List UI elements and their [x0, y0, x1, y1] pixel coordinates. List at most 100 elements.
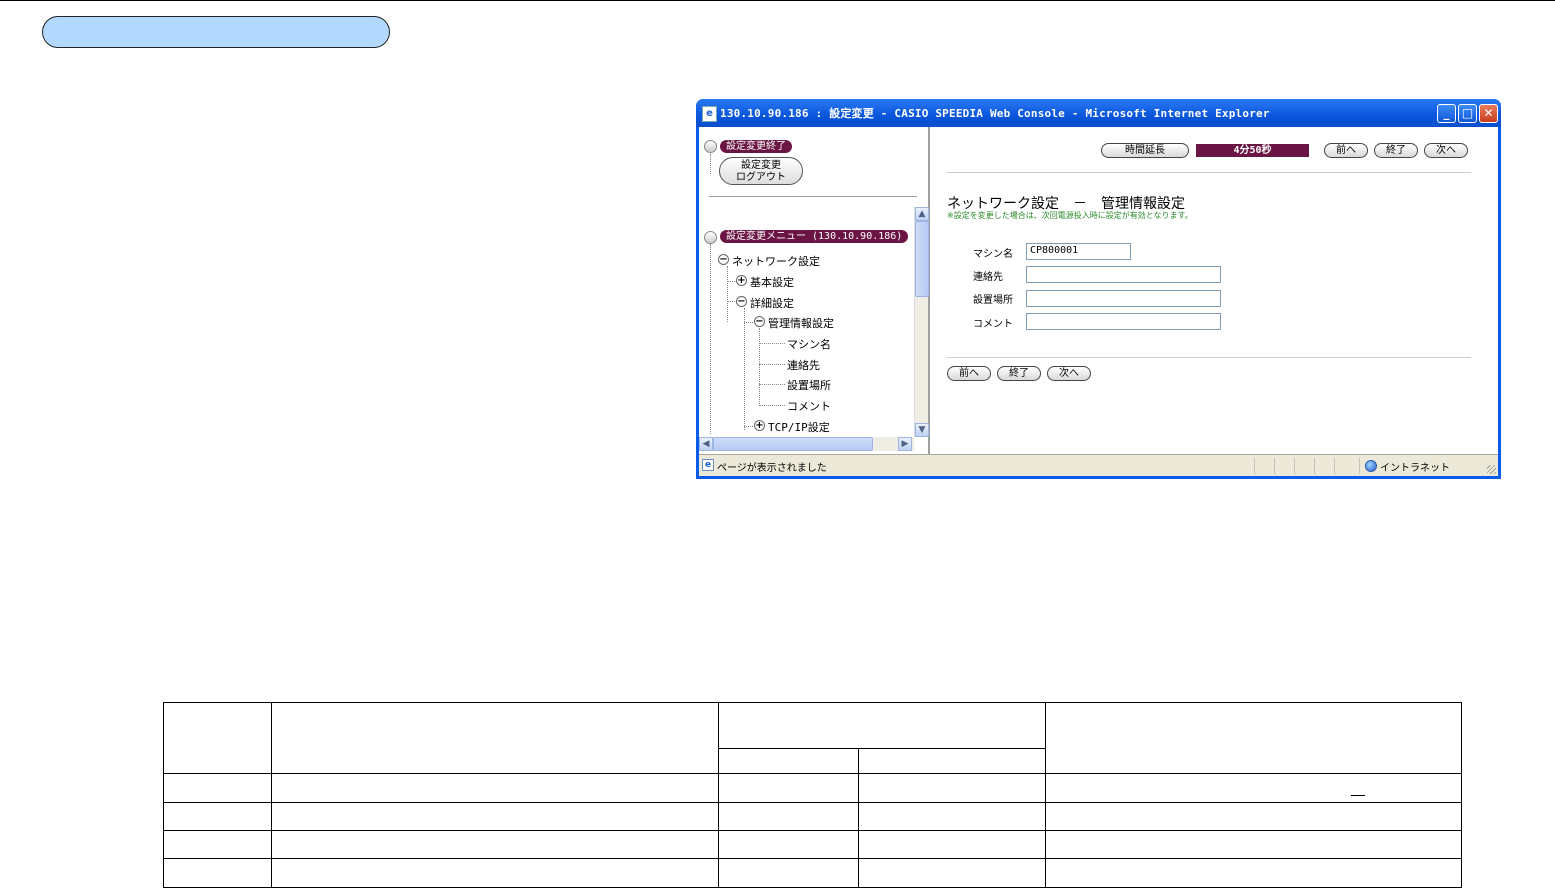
- vertical-scrollbar[interactable]: ▲ ▼: [914, 207, 929, 437]
- section-header-pill: [42, 16, 390, 48]
- tree-connector: [744, 308, 745, 430]
- status-divider: [1274, 458, 1275, 474]
- left-navigation-frame: 設定変更終了 設定変更 ログアウト 設定変更メニュー (130.10.90.18…: [699, 127, 930, 454]
- collapse-icon[interactable]: −: [736, 296, 747, 307]
- horizontal-scroll-thumb[interactable]: [713, 437, 873, 451]
- header-cell: [163, 702, 272, 774]
- tree-item-basic[interactable]: 基本設定: [750, 274, 794, 290]
- scroll-right-icon[interactable]: ▶: [898, 437, 912, 451]
- page-status-icon: e: [702, 459, 714, 471]
- machine-name-label: マシン名: [973, 249, 1013, 260]
- status-divider: [1314, 458, 1315, 474]
- tree-item-network[interactable]: ネットワーク設定: [732, 253, 820, 269]
- tree-connector: [759, 384, 785, 385]
- tree-connector: [759, 405, 785, 406]
- tree-item-contact[interactable]: 連絡先: [787, 357, 820, 373]
- table-cell: [1045, 773, 1462, 803]
- header-cell: [271, 702, 719, 774]
- expand-icon[interactable]: +: [754, 420, 765, 431]
- table-cell: [858, 802, 1046, 831]
- table-cell: [163, 773, 272, 803]
- tree-item-comment[interactable]: コメント: [787, 398, 831, 414]
- tree-connector: [744, 426, 753, 427]
- status-text: ページが表示されました: [717, 463, 827, 474]
- table-cell: [858, 858, 1046, 888]
- table-cell: [1045, 830, 1462, 859]
- horizontal-scrollbar[interactable]: ◀ ▶: [699, 437, 914, 451]
- scroll-left-icon[interactable]: ◀: [699, 437, 713, 451]
- next-button-top[interactable]: 次へ: [1424, 143, 1468, 158]
- collapse-icon[interactable]: −: [754, 316, 765, 327]
- status-divider: [1334, 458, 1335, 474]
- table-cell: [271, 773, 719, 803]
- tree-item-advanced[interactable]: 詳細設定: [750, 295, 794, 311]
- tree-connector: [759, 343, 785, 344]
- end-settings-icon[interactable]: [704, 140, 717, 153]
- close-icon[interactable]: ✕: [1479, 104, 1498, 123]
- underline-mark: [1351, 795, 1365, 796]
- comment-field[interactable]: [1026, 313, 1221, 330]
- next-button-bottom[interactable]: 次へ: [1047, 366, 1091, 381]
- tree-item-tcpip[interactable]: TCP/IP設定: [768, 419, 830, 435]
- prev-button-top[interactable]: 前へ: [1324, 143, 1368, 158]
- table-cell: [718, 858, 859, 888]
- table-cell: [1045, 802, 1462, 831]
- machine-name-field[interactable]: CP800001: [1026, 243, 1131, 260]
- top-divider: [947, 172, 1471, 173]
- end-settings-label[interactable]: 設定変更終了: [720, 140, 792, 153]
- tree-item-location[interactable]: 設置場所: [787, 377, 831, 393]
- security-zone: イントラネット: [1380, 463, 1450, 474]
- settings-menu-label[interactable]: 設定変更メニュー (130.10.90.186): [720, 230, 909, 243]
- expand-icon[interactable]: +: [736, 275, 747, 286]
- location-label: 設置場所: [973, 295, 1013, 306]
- table-cell: [1045, 858, 1462, 888]
- header-cell: [1045, 702, 1462, 774]
- ie-page-icon: e: [702, 106, 717, 122]
- scroll-up-icon[interactable]: ▲: [915, 207, 929, 221]
- status-bar: e ページが表示されました イントラネット: [699, 454, 1498, 476]
- tree-item-machine-name[interactable]: マシン名: [787, 336, 831, 352]
- prev-button-bottom[interactable]: 前へ: [947, 366, 991, 381]
- tree-connector: [744, 322, 753, 323]
- right-content-frame: 時間延長 4分50秒 前へ 終了 次へ ネットワーク設定 － 管理情報設定 ※設…: [930, 127, 1498, 454]
- status-divider: [1359, 458, 1360, 474]
- logout-button[interactable]: 設定変更 ログアウト: [719, 157, 803, 185]
- tree-connector: [710, 154, 711, 174]
- browser-content: 設定変更終了 設定変更 ログアウト 設定変更メニュー (130.10.90.18…: [699, 127, 1498, 476]
- tree-connector: [727, 301, 735, 302]
- header-cell: [718, 748, 859, 774]
- menu-collapse-icon[interactable]: [704, 231, 717, 244]
- resize-grip-icon[interactable]: [1487, 465, 1496, 474]
- maximize-icon[interactable]: □: [1458, 104, 1477, 123]
- header-cell: [858, 748, 1046, 774]
- status-divider: [1294, 458, 1295, 474]
- extend-time-button[interactable]: 時間延長: [1101, 143, 1189, 158]
- table-cell: [858, 830, 1046, 859]
- comment-label: コメント: [973, 319, 1013, 330]
- window-titlebar[interactable]: e 130.10.90.186 : 設定変更 - CASIO SPEEDIA W…: [696, 99, 1501, 127]
- left-divider: [709, 196, 917, 197]
- end-button-top[interactable]: 終了: [1374, 143, 1418, 158]
- minimize-icon[interactable]: _: [1437, 104, 1456, 123]
- table-cell: [271, 830, 719, 859]
- scroll-down-icon[interactable]: ▼: [915, 423, 929, 437]
- table-cell: [271, 858, 719, 888]
- collapse-icon[interactable]: −: [718, 254, 729, 265]
- table-cell: [718, 830, 859, 859]
- tree-item-admin-info[interactable]: 管理情報設定: [768, 315, 834, 331]
- bottom-divider: [947, 357, 1471, 358]
- browser-window: e 130.10.90.186 : 設定変更 - CASIO SPEEDIA W…: [696, 99, 1501, 479]
- tree-connector: [727, 281, 735, 282]
- contact-field[interactable]: [1026, 266, 1221, 283]
- end-button-bottom[interactable]: 終了: [997, 366, 1041, 381]
- table-cell: [858, 773, 1046, 803]
- tree-connector: [727, 266, 728, 322]
- globe-icon: [1365, 460, 1377, 472]
- page-top-rule: [0, 0, 1555, 1]
- settings-notice: ※設定を変更した場合は、次回電源投入時に設定が有効となります。: [947, 211, 1193, 220]
- vertical-scroll-thumb[interactable]: [915, 221, 929, 297]
- table-cell: [163, 858, 272, 888]
- tree-connector: [759, 364, 785, 365]
- contact-label: 連絡先: [973, 272, 1003, 283]
- location-field[interactable]: [1026, 290, 1221, 307]
